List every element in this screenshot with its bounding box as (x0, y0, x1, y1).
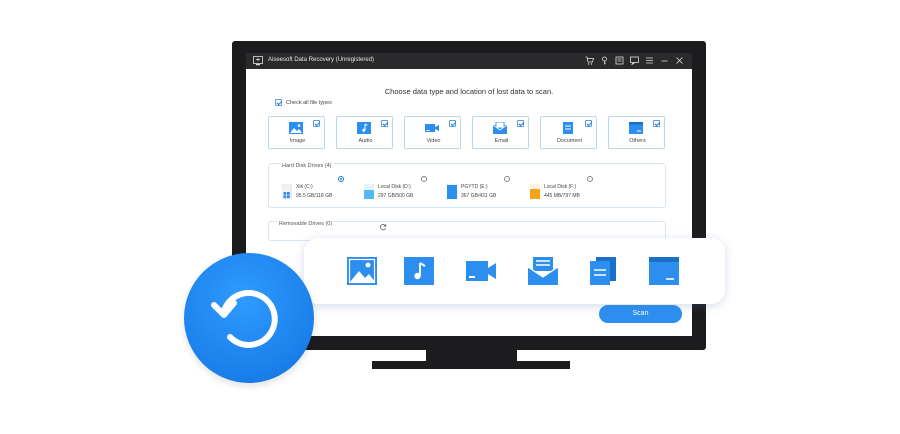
monitor-base (372, 361, 570, 369)
file-type-overlay (304, 238, 725, 304)
drive-size: 445 MB/797 MB (544, 193, 580, 199)
file-type-audio[interactable]: Audio (336, 116, 393, 149)
drive-size: 297 GB/500 GB (378, 193, 414, 199)
drive-e-radio[interactable] (504, 176, 510, 182)
image-icon (347, 257, 377, 285)
email-checkbox[interactable] (517, 120, 524, 127)
document-icon (590, 257, 616, 285)
disk-drive-icon (364, 184, 374, 199)
file-type-label: Image (289, 138, 306, 144)
drive-size: 367 GB/431 GB (461, 193, 497, 199)
drive-d[interactable]: Local Disk (D:) 297 GB/500 GB (364, 182, 444, 202)
file-type-label: Others (629, 138, 646, 144)
removable-label: Removable Drives (0) (277, 221, 335, 227)
file-type-grid: Image Audio Video Email Document Others (268, 116, 668, 150)
check-all-checkbox[interactable] (275, 99, 282, 106)
drive-f-radio[interactable] (587, 176, 593, 182)
drive-d-radio[interactable] (421, 176, 427, 182)
instruction-heading: Choose data type and location of lost da… (384, 87, 554, 96)
video-icon (466, 261, 496, 281)
audio-checkbox[interactable] (381, 120, 388, 127)
hard-disk-section: Hard Disk Drives (4) Xiit (C:) 95.5 GB/1… (268, 163, 666, 208)
file-type-label: Document (556, 138, 583, 144)
drive-f[interactable]: Local Disk (F:) 445 MB/797 MB (530, 182, 610, 202)
minimize-icon[interactable] (660, 56, 669, 65)
disk-drive-icon (447, 184, 457, 199)
file-type-document[interactable]: Document (540, 116, 597, 149)
app-logo-icon (253, 56, 263, 66)
disk-drive-icon (530, 184, 540, 199)
title-bar: Aiseesoft Data Recovery (Unregistered) (246, 53, 692, 69)
file-type-label: Email (494, 138, 509, 144)
hard-disk-label: Hard Disk Drives (4) (280, 163, 334, 169)
video-checkbox[interactable] (449, 120, 456, 127)
titlebar-controls (585, 56, 684, 65)
file-type-image[interactable]: Image (268, 116, 325, 149)
audio-icon (357, 122, 371, 134)
feedback-icon[interactable] (630, 56, 639, 65)
windows-drive-icon (282, 184, 292, 199)
drive-e[interactable]: PGYTD (E:) 367 GB/431 GB (447, 182, 527, 202)
file-type-video[interactable]: Video (404, 116, 461, 149)
document-icon (563, 122, 573, 134)
file-type-label: Audio (358, 138, 373, 144)
video-icon (425, 124, 439, 132)
monitor-neck (426, 350, 517, 361)
image-icon (289, 122, 303, 134)
drive-name: Local Disk (D:) (378, 184, 411, 190)
others-icon (629, 122, 643, 134)
file-type-label: Video (426, 138, 441, 144)
check-all-file-types[interactable]: Check all file types (275, 99, 332, 106)
drive-name: Xiit (C:) (296, 184, 313, 190)
others-icon (649, 257, 679, 285)
file-type-others[interactable]: Others (608, 116, 665, 149)
window-title: Aiseesoft Data Recovery (Unregistered) (268, 57, 375, 63)
register-icon[interactable] (615, 56, 624, 65)
drive-c-radio[interactable] (338, 176, 344, 182)
drive-size: 95.5 GB/118 GB (296, 193, 333, 199)
drive-c[interactable]: Xiit (C:) 95.5 GB/118 GB (282, 182, 362, 202)
key-icon[interactable] (600, 56, 609, 65)
recovery-badge (184, 253, 314, 383)
refresh-icon[interactable] (379, 223, 387, 231)
restore-icon (211, 290, 278, 348)
check-all-label: Check all file types (286, 99, 332, 106)
document-checkbox[interactable] (585, 120, 592, 127)
drive-name: Local Disk (F:) (544, 184, 577, 190)
image-checkbox[interactable] (313, 120, 320, 127)
email-icon (527, 257, 559, 285)
drive-name: PGYTD (E:) (461, 184, 488, 190)
cart-icon[interactable] (585, 56, 594, 65)
close-icon[interactable] (675, 56, 684, 65)
others-checkbox[interactable] (653, 120, 660, 127)
email-icon (493, 122, 507, 134)
file-type-email[interactable]: Email (472, 116, 529, 149)
scan-button[interactable]: Scan (599, 305, 682, 323)
menu-icon[interactable] (645, 56, 654, 65)
audio-icon (404, 257, 434, 285)
